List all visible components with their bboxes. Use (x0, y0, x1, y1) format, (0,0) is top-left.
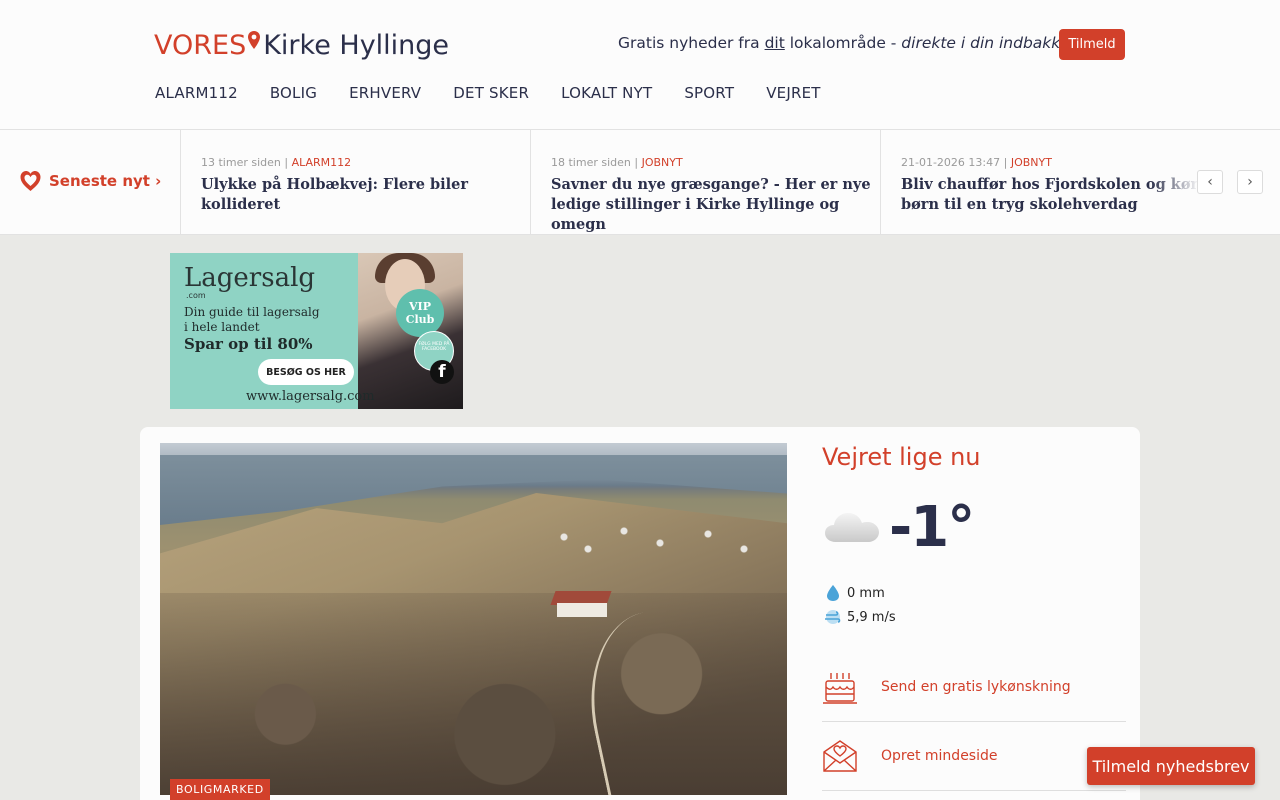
header-tagline: Gratis nyheder fra dit lokalområde - dir… (618, 34, 1070, 52)
main-nav: ALARM112 BOLIG ERHVERV DET SKER LOKALT N… (155, 84, 853, 102)
location-pin-icon (248, 31, 261, 49)
memorial-envelope-icon (823, 740, 857, 772)
ad-vip-badge: VIP Club (396, 289, 444, 337)
ticker-fade (1150, 130, 1200, 234)
ticker-title[interactable]: Savner du nye græsgange? - Her er nye le… (551, 175, 880, 234)
ad-banner-lagersalg[interactable]: Lagersalg .com Din guide til lagersalg i… (170, 253, 463, 409)
ad-brand: Lagersalg (184, 263, 316, 293)
weather-temperature: -1° (889, 495, 975, 560)
nav-item-vejret[interactable]: VEJRET (766, 84, 820, 102)
ticker-category[interactable]: ALARM112 (292, 156, 352, 169)
latest-news-link[interactable]: Seneste nyt › (20, 170, 161, 192)
ticker-time: 18 timer siden (551, 156, 631, 169)
nav-item-bolig[interactable]: BOLIG (270, 84, 317, 102)
newsletter-signup-button[interactable]: Tilmeld nyhedsbrev (1087, 747, 1255, 785)
site-header: VORES Kirke Hyllinge Gratis nyheder fra … (0, 0, 1280, 130)
ad-guide-text: Din guide til lagersalg i hele landet (184, 305, 320, 334)
nav-item-det-sker[interactable]: DET SKER (453, 84, 529, 102)
ad-brand-suffix: .com (186, 291, 206, 300)
nav-item-lokalt-nyt[interactable]: LOKALT NYT (561, 84, 652, 102)
cloud-icon (825, 513, 879, 542)
latest-news-label: Seneste nyt › (49, 172, 162, 190)
ticker-next-button[interactable]: › (1237, 170, 1263, 194)
article-image[interactable] (160, 443, 787, 795)
create-memorial-label: Opret mindeside (881, 748, 998, 764)
ticker-prev-button[interactable]: ‹ (1197, 170, 1223, 194)
ticker-category[interactable]: JOBNYT (642, 156, 683, 169)
site-logo[interactable]: VORES Kirke Hyllinge (154, 28, 449, 62)
ticker-time: 21-01-2026 13:47 (901, 156, 1001, 169)
cake-icon (823, 673, 857, 704)
weather-precipitation: 0 mm (823, 584, 885, 602)
ticker-item[interactable]: 13 timer siden | ALARM112 Ulykke på Holb… (180, 130, 530, 234)
logo-brand: VORES (154, 29, 247, 61)
wind-icon (825, 610, 841, 624)
nav-item-sport[interactable]: SPORT (684, 84, 734, 102)
send-greeting-label: Send en gratis lykønskning (881, 679, 1071, 695)
logo-town: Kirke Hyllinge (263, 29, 450, 61)
send-greeting-link[interactable]: Send en gratis lykønskning (822, 653, 1126, 722)
nav-item-alarm112[interactable]: ALARM112 (155, 84, 238, 102)
weather-title: Vejret lige nu (822, 443, 981, 471)
ad-url: www.lagersalg.com (246, 389, 375, 404)
article-category-tag[interactable]: BOLIGMARKED (170, 779, 270, 800)
weather-wind: 5,9 m/s (823, 608, 896, 626)
tagline-italic: direkte i din indbakke (901, 34, 1070, 52)
heart-icon (20, 171, 41, 191)
raindrop-icon (827, 585, 839, 601)
ticker-time: 13 timer siden (201, 156, 281, 169)
ticker-category[interactable]: JOBNYT (1011, 156, 1052, 169)
subscribe-button[interactable]: Tilmeld (1059, 29, 1125, 60)
ad-offer: Spar op til 80% (184, 335, 313, 353)
ad-cta-button[interactable]: BESØG OS HER (258, 359, 354, 385)
create-memorial-link[interactable]: Opret mindeside (822, 722, 1126, 791)
facebook-icon: f (430, 360, 454, 384)
ticker-item[interactable]: 18 timer siden | JOBNYT Savner du nye gr… (530, 130, 880, 234)
tagline-underline: dit (764, 34, 785, 52)
nav-item-erhverv[interactable]: ERHVERV (349, 84, 421, 102)
news-ticker: Seneste nyt › 13 timer siden | ALARM112 … (0, 130, 1280, 235)
ticker-title[interactable]: Ulykke på Holbækvej: Flere biler kollide… (201, 175, 530, 215)
